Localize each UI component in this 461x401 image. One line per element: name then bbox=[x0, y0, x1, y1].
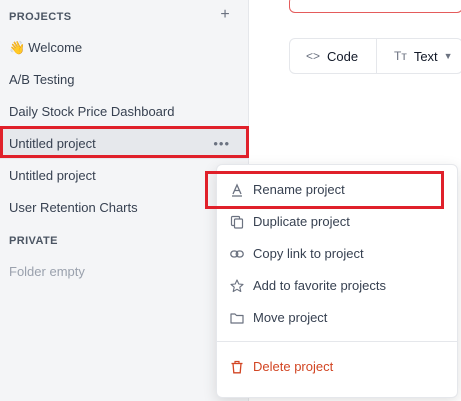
rename-icon bbox=[232, 183, 242, 197]
menu-item-delete[interactable]: Delete project bbox=[217, 352, 457, 382]
sidebar-item-label: Welcome bbox=[28, 40, 83, 55]
folder-icon bbox=[230, 313, 244, 324]
sidebar-item-daily-stock[interactable]: Daily Stock Price Dashboard bbox=[0, 97, 248, 127]
sidebar-item-label: A/B Testing bbox=[9, 72, 75, 87]
sidebar-item-untitled-project-active[interactable]: Untitled project ••• bbox=[0, 129, 248, 159]
more-options-icon[interactable]: ••• bbox=[213, 129, 230, 159]
trash-icon bbox=[231, 360, 243, 374]
sidebar-item-label: Daily Stock Price Dashboard bbox=[9, 104, 175, 119]
waving-hand-icon: 👋 bbox=[9, 40, 26, 55]
sidebar-item-label: Untitled project bbox=[9, 168, 96, 183]
projects-header: PROJECTS bbox=[9, 11, 72, 23]
sidebar-item-ab-testing[interactable]: A/B Testing bbox=[0, 65, 248, 95]
menu-item-label: Move project bbox=[253, 310, 328, 325]
star-icon bbox=[230, 279, 244, 293]
code-button[interactable]: <> Code bbox=[290, 39, 377, 73]
menu-item-copy-link[interactable]: Copy link to project bbox=[217, 239, 457, 269]
menu-item-add-favorite[interactable]: Add to favorite projects bbox=[217, 271, 457, 301]
code-label: Code bbox=[327, 48, 359, 64]
text-label: Text bbox=[413, 48, 438, 64]
code-icon: <> bbox=[306, 49, 321, 63]
text-format-icon: Tт bbox=[394, 49, 407, 63]
sidebar: PROJECTS + 👋 Welcome A/B Testing Daily St… bbox=[0, 0, 249, 401]
cell-toolbar: <> Code Tт Text ▼ bbox=[289, 38, 461, 74]
error-field-edge bbox=[289, 0, 461, 13]
menu-item-duplicate[interactable]: Duplicate project bbox=[217, 207, 457, 237]
menu-item-rename[interactable]: Rename project bbox=[217, 175, 457, 205]
sidebar-item-user-retention[interactable]: User Retention Charts bbox=[0, 193, 248, 223]
sidebar-item-welcome[interactable]: 👋 Welcome bbox=[0, 33, 248, 63]
sidebar-item-untitled-project[interactable]: Untitled project bbox=[0, 161, 248, 191]
private-header: PRIVATE bbox=[9, 235, 58, 247]
menu-item-label: Delete project bbox=[253, 359, 334, 374]
menu-item-label: Copy link to project bbox=[253, 246, 364, 261]
link-icon bbox=[230, 250, 244, 258]
menu-item-label: Duplicate project bbox=[253, 214, 350, 229]
chevron-down-icon: ▼ bbox=[443, 51, 453, 61]
sidebar-item-label: Untitled project bbox=[9, 136, 96, 151]
sidebar-item-label: User Retention Charts bbox=[9, 200, 138, 215]
project-context-menu: Rename project Duplicate project Copy li… bbox=[216, 164, 458, 398]
menu-item-label: Rename project bbox=[253, 182, 345, 197]
add-project-button[interactable]: + bbox=[218, 7, 232, 23]
menu-item-label: Add to favorite projects bbox=[253, 278, 386, 293]
menu-item-move[interactable]: Move project bbox=[217, 303, 457, 333]
menu-divider bbox=[217, 341, 457, 342]
duplicate-icon bbox=[230, 215, 244, 229]
folder-empty-text: Folder empty bbox=[9, 264, 85, 279]
text-button[interactable]: Tт Text ▼ bbox=[377, 39, 453, 73]
